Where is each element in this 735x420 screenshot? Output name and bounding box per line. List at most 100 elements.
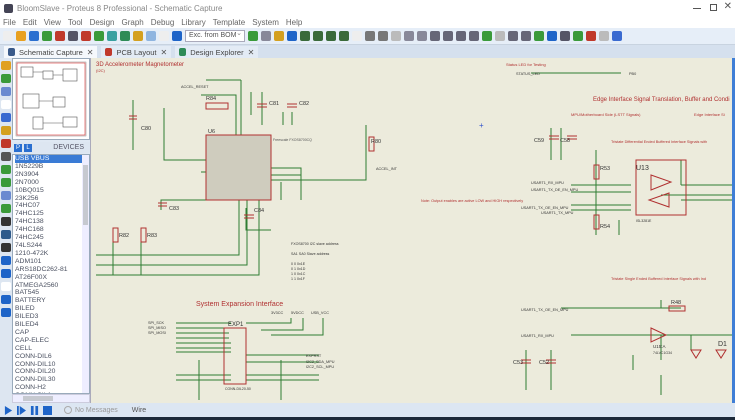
menu-tool[interactable]: Tool [68, 18, 83, 27]
menu-graph[interactable]: Graph [121, 18, 143, 27]
toolbar-button-36[interactable] [534, 31, 544, 41]
toolbar-button-28[interactable] [430, 31, 440, 41]
device-item[interactable]: 74HC245 [15, 234, 89, 242]
device-item[interactable]: 74HC07 [15, 202, 89, 210]
device-item[interactable]: 23K256 [15, 195, 89, 203]
toolbar-button-16[interactable] [274, 31, 284, 41]
toolbar-button-42[interactable] [612, 31, 622, 41]
toolbar-button-5[interactable] [68, 31, 78, 41]
mode-tool-2[interactable] [1, 87, 11, 96]
mode-tool-11[interactable] [1, 204, 11, 213]
variant-select[interactable]: Exc. from BOM [185, 29, 245, 42]
mode-tool-18[interactable] [1, 295, 11, 304]
toolbar-button-35[interactable] [521, 31, 531, 41]
toolbar-button-32[interactable] [482, 31, 492, 41]
device-item[interactable]: 1N5229B [15, 163, 89, 171]
menu-design[interactable]: Design [90, 18, 115, 27]
device-item[interactable]: 74LS244 [15, 242, 89, 250]
toolbar-button-41[interactable] [599, 31, 609, 41]
toolbar-button-15[interactable] [261, 31, 271, 41]
overview-preview[interactable] [12, 58, 90, 140]
device-item[interactable]: 74HC125 [15, 210, 89, 218]
mode-tool-19[interactable] [1, 308, 11, 317]
device-item[interactable]: 10BQ015 [15, 187, 89, 195]
toolbar-button-21[interactable] [339, 31, 349, 41]
device-item[interactable]: CONN-DIL10 [15, 361, 89, 369]
menu-help[interactable]: Help [286, 18, 302, 27]
device-list[interactable]: USB VBUS 1N5229B 2N3904 2N7000 10BQ015 23K256… [12, 154, 90, 394]
toolbar-button-13[interactable] [172, 31, 182, 41]
device-item[interactable]: BAT545 [15, 289, 89, 297]
pick-devices-button[interactable]: P [14, 143, 22, 152]
device-item[interactable]: 74HC138 [15, 218, 89, 226]
toolbar-button-23[interactable] [365, 31, 375, 41]
mode-tool-9[interactable] [1, 178, 11, 187]
tab-schematic-capture[interactable]: Schematic Capture ✕ [4, 46, 98, 58]
mode-tool-7[interactable] [1, 152, 11, 161]
device-item[interactable]: CONN-DIL20 [15, 368, 89, 376]
toolbar-button-18[interactable] [300, 31, 310, 41]
device-item[interactable]: AT26F00X [15, 274, 89, 282]
menu-view[interactable]: View [44, 18, 61, 27]
menu-file[interactable]: File [3, 18, 16, 27]
tab-design-explorer[interactable]: Design Explorer ✕ [175, 46, 259, 58]
device-list-hscrollbar[interactable] [12, 394, 90, 403]
toolbar-button-2[interactable] [29, 31, 39, 41]
toolbar-button-1[interactable] [16, 31, 26, 41]
toolbar-button-7[interactable] [94, 31, 104, 41]
mode-tool-5[interactable] [1, 126, 11, 135]
toolbar-button-8[interactable] [107, 31, 117, 41]
toolbar-button-31[interactable] [469, 31, 479, 41]
device-list-scrollbar[interactable] [82, 155, 89, 393]
toolbar-button-19[interactable] [313, 31, 323, 41]
device-item[interactable]: CAP [15, 329, 89, 337]
mode-tool-3[interactable] [1, 100, 11, 109]
menu-system[interactable]: System [252, 18, 279, 27]
toolbar-button-0[interactable] [3, 31, 13, 41]
device-item[interactable]: BILED4 [15, 321, 89, 329]
toolbar-button-29[interactable] [443, 31, 453, 41]
mode-tool-0[interactable] [1, 61, 11, 70]
toolbar-button-33[interactable] [495, 31, 505, 41]
maximize-button[interactable] [710, 4, 717, 11]
minimize-button[interactable] [693, 8, 701, 9]
device-item[interactable]: ADM101 [15, 258, 89, 266]
device-item[interactable]: BILED3 [15, 313, 89, 321]
device-item[interactable]: CONN-DIL30 [15, 376, 89, 384]
step-icon[interactable] [17, 405, 26, 415]
mode-tool-16[interactable] [1, 269, 11, 278]
toolbar-button-20[interactable] [326, 31, 336, 41]
toolbar-button-38[interactable] [560, 31, 570, 41]
toolbar-button-17[interactable] [287, 31, 297, 41]
menu-template[interactable]: Template [213, 18, 245, 27]
device-item[interactable]: ARS18DC262-81 [15, 266, 89, 274]
device-item[interactable]: 2N7000 [15, 179, 89, 187]
device-item[interactable]: CELL [15, 345, 89, 353]
toolbar-button-40[interactable] [586, 31, 596, 41]
mode-tool-1[interactable] [1, 74, 11, 83]
stop-icon[interactable] [43, 405, 52, 415]
toolbar-button-34[interactable] [508, 31, 518, 41]
menu-library[interactable]: Library [181, 18, 205, 27]
library-manager-button[interactable]: L [24, 143, 32, 152]
menu-edit[interactable]: Edit [23, 18, 37, 27]
close-button[interactable]: ✕ [724, 1, 732, 12]
mode-tool-15[interactable] [1, 256, 11, 265]
device-item[interactable]: ATMEGA2560 [15, 282, 89, 290]
toolbar-button-12[interactable] [159, 31, 169, 41]
device-item[interactable]: 74HC168 [15, 226, 89, 234]
toolbar-button-25[interactable] [391, 31, 401, 41]
toolbar-button-3[interactable] [42, 31, 52, 41]
toolbar-button-10[interactable] [133, 31, 143, 41]
toolbar-button-22[interactable] [352, 31, 362, 41]
mode-tool-6[interactable] [1, 139, 11, 148]
mode-tool-10[interactable] [1, 191, 11, 200]
toolbar-button-4[interactable] [55, 31, 65, 41]
toolbar-button-30[interactable] [456, 31, 466, 41]
mode-tool-4[interactable] [1, 113, 11, 122]
tab-pcb-layout[interactable]: PCB Layout ✕ [101, 46, 172, 58]
toolbar-button-26[interactable] [404, 31, 414, 41]
play-icon[interactable] [4, 405, 13, 415]
device-item[interactable]: BATTERY [15, 297, 89, 305]
device-item[interactable]: 1210-472K [15, 250, 89, 258]
